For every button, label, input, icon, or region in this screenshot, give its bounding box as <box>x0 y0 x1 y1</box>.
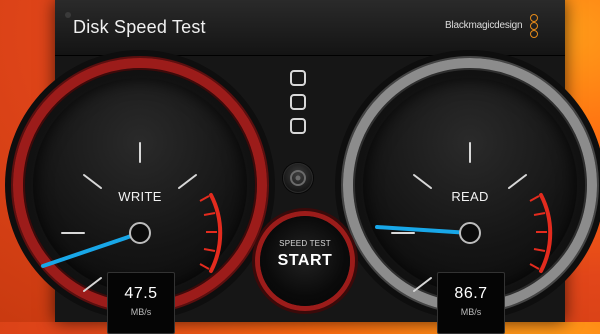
read-gauge-ticks <box>391 142 527 292</box>
start-speed-test-button[interactable]: SPEED TEST START <box>260 216 350 306</box>
window-control-icon[interactable] <box>65 12 71 18</box>
write-needle <box>41 231 142 268</box>
target-square-2-icon[interactable] <box>290 94 306 110</box>
target-square-1-icon[interactable] <box>290 70 306 86</box>
start-button-small-label: SPEED TEST <box>279 239 331 248</box>
read-speed-unit: MB/s <box>460 307 482 317</box>
read-speed-value: 86.7 <box>454 285 488 302</box>
write-speed-value: 47.5 <box>124 285 158 302</box>
start-button-label: START <box>277 252 333 269</box>
read-needle <box>375 225 472 235</box>
read-readout: 86.7 MB/s <box>437 272 505 334</box>
blackmagic-logo-icon <box>530 14 538 38</box>
read-needle-hub <box>459 222 481 244</box>
write-needle-hub <box>129 222 151 244</box>
target-square-3-icon[interactable] <box>290 118 306 134</box>
gear-icon <box>290 170 306 186</box>
write-gauge: WRITE 47.5 MB/s <box>5 50 275 334</box>
write-gauge-label: WRITE <box>118 189 162 204</box>
write-gauge-ticks <box>61 142 197 292</box>
write-readout: 47.5 MB/s <box>107 272 175 334</box>
write-speed-unit: MB/s <box>130 307 152 317</box>
brand-text: Blackmagicdesign <box>445 20 523 31</box>
read-gauge: READ 86.7 MB/s <box>335 50 600 334</box>
read-gauge-label: READ <box>451 189 489 204</box>
app-title: Disk Speed Test <box>73 17 206 37</box>
settings-gear-button[interactable] <box>283 163 313 193</box>
